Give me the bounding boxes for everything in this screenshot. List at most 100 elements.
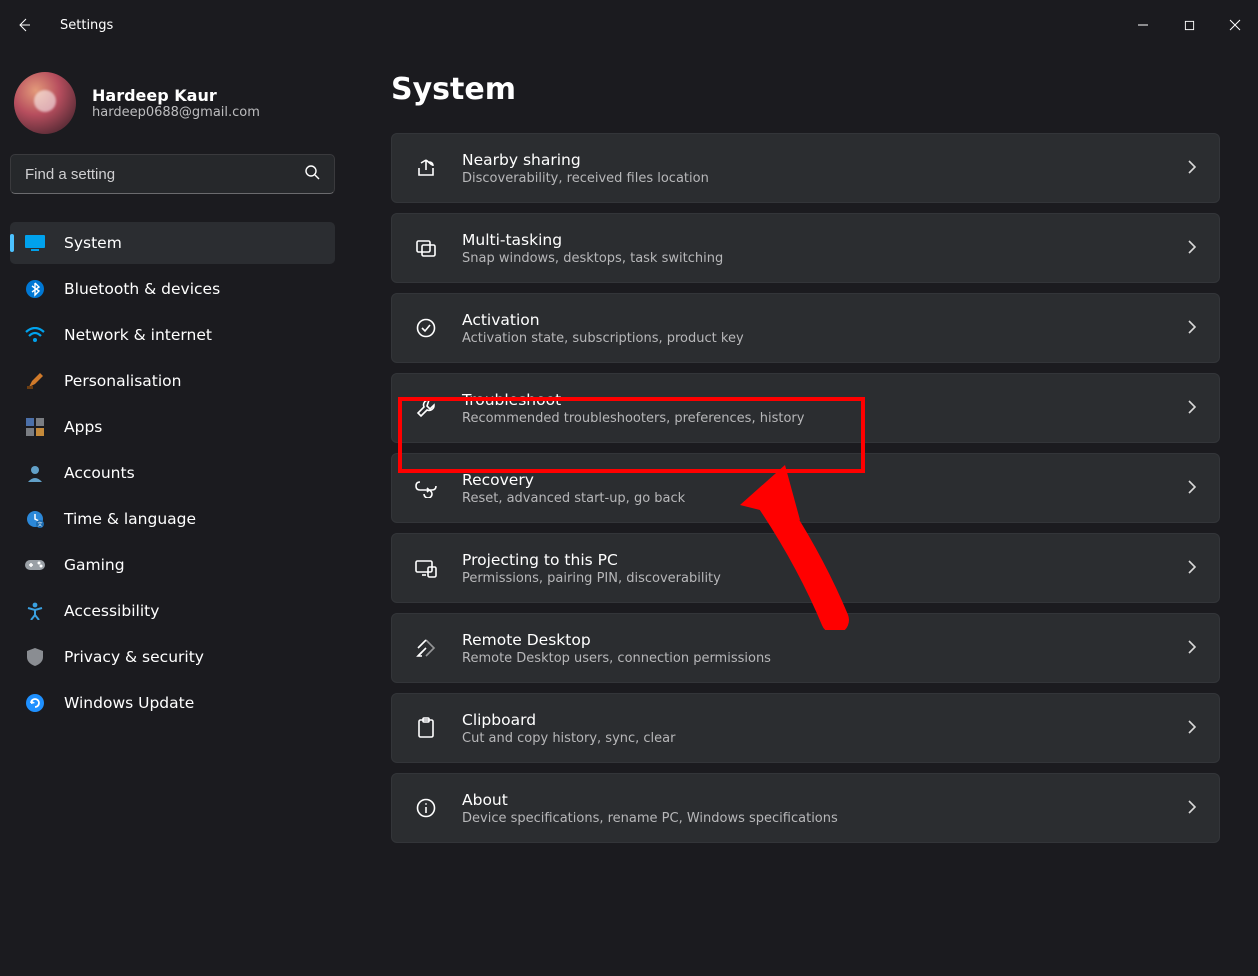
sidebar-item-gaming[interactable]: Gaming <box>10 544 335 586</box>
card-title: Troubleshoot <box>462 391 1165 409</box>
card-title: Activation <box>462 311 1165 329</box>
window-title: Settings <box>60 18 113 33</box>
card-subtitle: Snap windows, desktops, task switching <box>462 251 1165 266</box>
chevron-right-icon <box>1187 639 1197 658</box>
back-button[interactable] <box>10 11 38 39</box>
share-icon <box>412 154 440 182</box>
multitask-icon <box>412 234 440 262</box>
card-title: Clipboard <box>462 711 1165 729</box>
maximize-button[interactable] <box>1166 9 1212 41</box>
sidebar-item-label: Windows Update <box>64 694 194 712</box>
titlebar: Settings <box>0 0 1258 50</box>
display-icon <box>24 232 46 254</box>
chevron-right-icon <box>1187 719 1197 738</box>
card-title: Projecting to this PC <box>462 551 1165 569</box>
settings-card-about[interactable]: About Device specifications, rename PC, W… <box>391 773 1220 843</box>
remote-icon <box>412 634 440 662</box>
maximize-icon <box>1184 20 1195 31</box>
project-icon <box>412 554 440 582</box>
wrench-icon <box>412 394 440 422</box>
sidebar-item-label: System <box>64 234 122 252</box>
profile-email: hardeep0688@gmail.com <box>92 105 260 120</box>
bluetooth-icon <box>24 278 46 300</box>
sidebar-item-windows-update[interactable]: Windows Update <box>10 682 335 724</box>
card-title: Multi-tasking <box>462 231 1165 249</box>
sidebar-item-label: Gaming <box>64 556 125 574</box>
settings-card-list: Nearby sharing Discoverability, received … <box>391 133 1220 843</box>
settings-card-troubleshoot[interactable]: Troubleshoot Recommended troubleshooters,… <box>391 373 1220 443</box>
accessibility-icon <box>24 600 46 622</box>
card-subtitle: Recommended troubleshooters, preferences… <box>462 411 1165 426</box>
settings-card-projecting-to-this-pc[interactable]: Projecting to this PC Permissions, pairin… <box>391 533 1220 603</box>
sidebar-item-label: Accounts <box>64 464 135 482</box>
sidebar-item-accounts[interactable]: Accounts <box>10 452 335 494</box>
chevron-right-icon <box>1187 399 1197 418</box>
wifi-icon <box>24 324 46 346</box>
window-controls <box>1120 9 1258 41</box>
avatar <box>14 72 76 134</box>
brush-icon <box>24 370 46 392</box>
clock-icon: 文 <box>24 508 46 530</box>
gamepad-icon <box>24 554 46 576</box>
update-icon <box>24 692 46 714</box>
apps-icon <box>24 416 46 438</box>
check-circle-icon <box>412 314 440 342</box>
chevron-right-icon <box>1187 239 1197 258</box>
card-subtitle: Permissions, pairing PIN, discoverabilit… <box>462 571 1165 586</box>
sidebar-item-label: Bluetooth & devices <box>64 280 220 298</box>
settings-card-remote-desktop[interactable]: Remote Desktop Remote Desktop users, conn… <box>391 613 1220 683</box>
card-subtitle: Reset, advanced start-up, go back <box>462 491 1165 506</box>
sidebar-item-apps[interactable]: Apps <box>10 406 335 448</box>
chevron-right-icon <box>1187 799 1197 818</box>
sidebar: Hardeep Kaur hardeep0688@gmail.com Syste… <box>0 50 345 976</box>
minimize-icon <box>1137 19 1149 31</box>
settings-card-nearby-sharing[interactable]: Nearby sharing Discoverability, received … <box>391 133 1220 203</box>
clipboard-icon <box>412 714 440 742</box>
card-subtitle: Remote Desktop users, connection permiss… <box>462 651 1165 666</box>
sidebar-item-label: Apps <box>64 418 102 436</box>
sidebar-item-accessibility[interactable]: Accessibility <box>10 590 335 632</box>
card-subtitle: Cut and copy history, sync, clear <box>462 731 1165 746</box>
settings-card-clipboard[interactable]: Clipboard Cut and copy history, sync, cle… <box>391 693 1220 763</box>
sidebar-item-privacy-security[interactable]: Privacy & security <box>10 636 335 678</box>
card-subtitle: Discoverability, received files location <box>462 171 1165 186</box>
close-icon <box>1229 19 1241 31</box>
settings-card-multi-tasking[interactable]: Multi-tasking Snap windows, desktops, tas… <box>391 213 1220 283</box>
profile-block[interactable]: Hardeep Kaur hardeep0688@gmail.com <box>10 60 335 154</box>
arrow-left-icon <box>16 17 32 33</box>
sidebar-item-label: Network & internet <box>64 326 212 344</box>
sidebar-nav: System Bluetooth & devices Network & inter… <box>10 222 335 724</box>
svg-text:文: 文 <box>37 521 42 528</box>
sidebar-item-time-language[interactable]: 文 Time & language <box>10 498 335 540</box>
profile-name: Hardeep Kaur <box>92 86 260 105</box>
minimize-button[interactable] <box>1120 9 1166 41</box>
page-title: System <box>391 72 1220 107</box>
shield-icon <box>24 646 46 668</box>
sidebar-item-label: Personalisation <box>64 372 181 390</box>
recovery-icon <box>412 474 440 502</box>
settings-card-activation[interactable]: Activation Activation state, subscription… <box>391 293 1220 363</box>
sidebar-item-label: Accessibility <box>64 602 159 620</box>
card-title: About <box>462 791 1165 809</box>
sidebar-item-network-internet[interactable]: Network & internet <box>10 314 335 356</box>
sidebar-item-label: Privacy & security <box>64 648 204 666</box>
card-subtitle: Activation state, subscriptions, product… <box>462 331 1165 346</box>
search-box[interactable] <box>10 154 335 194</box>
sidebar-item-bluetooth-devices[interactable]: Bluetooth & devices <box>10 268 335 310</box>
person-icon <box>24 462 46 484</box>
sidebar-item-personalisation[interactable]: Personalisation <box>10 360 335 402</box>
main-content: System Nearby sharing Discoverability, re… <box>345 50 1258 976</box>
search-input[interactable] <box>25 166 304 183</box>
sidebar-item-label: Time & language <box>64 510 196 528</box>
close-button[interactable] <box>1212 9 1258 41</box>
chevron-right-icon <box>1187 479 1197 498</box>
card-title: Recovery <box>462 471 1165 489</box>
card-title: Remote Desktop <box>462 631 1165 649</box>
search-icon <box>304 164 320 184</box>
info-icon <box>412 794 440 822</box>
chevron-right-icon <box>1187 159 1197 178</box>
sidebar-item-system[interactable]: System <box>10 222 335 264</box>
card-title: Nearby sharing <box>462 151 1165 169</box>
settings-card-recovery[interactable]: Recovery Reset, advanced start-up, go bac… <box>391 453 1220 523</box>
card-subtitle: Device specifications, rename PC, Window… <box>462 811 1165 826</box>
